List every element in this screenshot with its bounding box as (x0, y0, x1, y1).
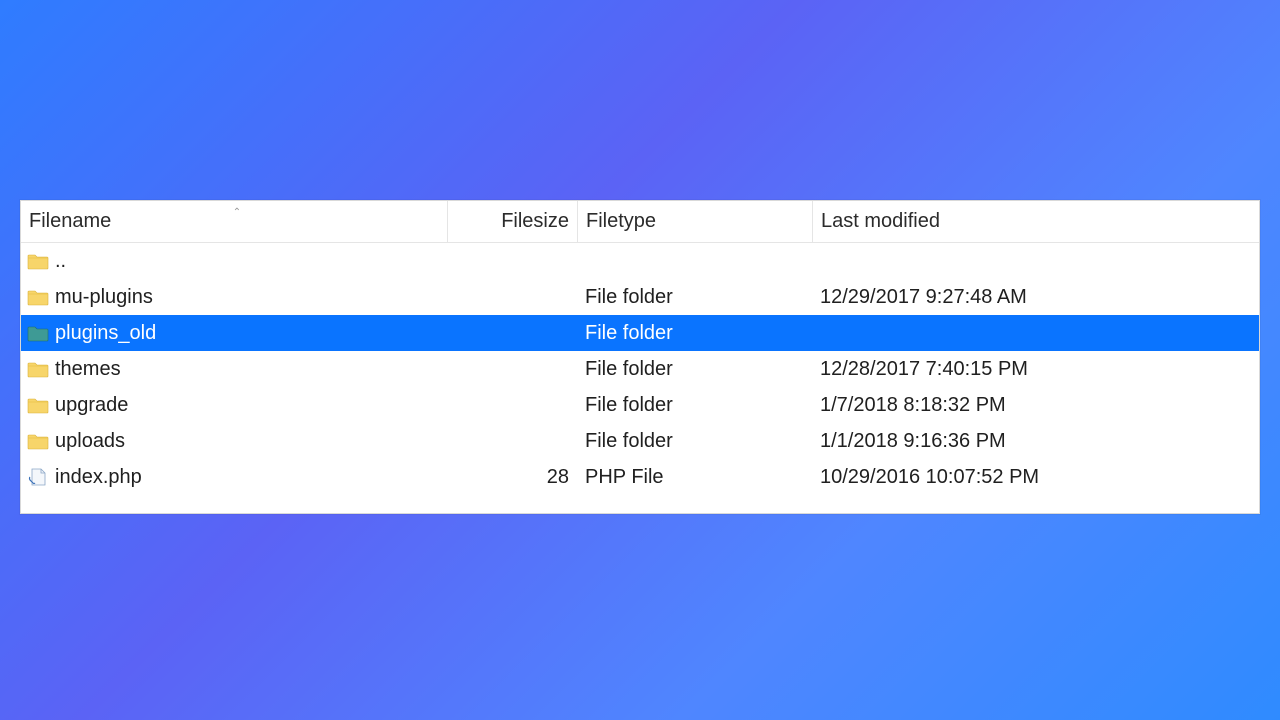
column-header-last-modified[interactable]: Last modified (812, 201, 1259, 242)
folder-icon (27, 288, 49, 306)
filename-text: themes (55, 358, 121, 381)
php-file-icon (27, 468, 49, 486)
cell-filesize: 28 (447, 466, 577, 489)
cell-filename: themes (27, 358, 447, 381)
filename-text: uploads (55, 430, 125, 453)
cell-last-modified: 12/29/2017 9:27:48 AM (812, 286, 1259, 309)
table-row[interactable]: themes File folder12/28/2017 7:40:15 PM (21, 351, 1259, 387)
cell-last-modified: 1/1/2018 9:16:36 PM (812, 430, 1259, 453)
column-header-filename[interactable]: Filename ⌃ (27, 210, 447, 233)
cell-filename: .. (27, 250, 447, 273)
folder-icon (27, 396, 49, 414)
filename-text: upgrade (55, 394, 128, 417)
file-rows-container: .. mu-pluginsFile folder12/29/2017 9:27:… (21, 243, 1259, 513)
column-header-filename-label: Filename (29, 210, 111, 232)
table-row[interactable]: uploads File folder1/1/2018 9:16:36 PM (21, 423, 1259, 459)
sort-ascending-icon: ⌃ (233, 207, 241, 218)
filename-text: mu-plugins (55, 286, 153, 309)
column-header-filesize-label: Filesize (501, 210, 569, 233)
file-list-panel: Filename ⌃ Filesize Filetype Last modifi… (20, 200, 1260, 514)
column-header-row: Filename ⌃ Filesize Filetype Last modifi… (21, 201, 1259, 243)
table-row[interactable]: plugins_old File folder (21, 315, 1259, 351)
folder-icon (27, 432, 49, 450)
folder-icon (27, 324, 49, 342)
table-row[interactable]: upgrade File folder1/7/2018 8:18:32 PM (21, 387, 1259, 423)
cell-filetype: File folder (577, 430, 812, 453)
cell-filename: upgrade (27, 394, 447, 417)
cell-filetype: File folder (577, 358, 812, 381)
column-header-filesize[interactable]: Filesize (447, 201, 577, 242)
cell-filename: uploads (27, 430, 447, 453)
cell-filename: mu-plugins (27, 286, 447, 309)
cell-last-modified: 10/29/2016 10:07:52 PM (812, 466, 1259, 489)
filename-text: plugins_old (55, 322, 156, 345)
cell-filetype: File folder (577, 394, 812, 417)
cell-filetype: File folder (577, 286, 812, 309)
cell-filename: plugins_old (27, 322, 447, 345)
filename-text: index.php (55, 466, 142, 489)
cell-last-modified: 1/7/2018 8:18:32 PM (812, 394, 1259, 417)
column-header-filetype-label: Filetype (586, 210, 656, 233)
column-header-last-modified-label: Last modified (821, 210, 940, 233)
cell-last-modified: 12/28/2017 7:40:15 PM (812, 358, 1259, 381)
cell-filetype: File folder (577, 322, 812, 345)
column-header-filetype[interactable]: Filetype (577, 201, 812, 242)
table-row[interactable]: mu-plugins File folder12/29/2017 9:27:48 … (21, 279, 1259, 315)
filename-text: .. (55, 250, 66, 273)
folder-icon (27, 360, 49, 378)
cell-filename: index.php (27, 466, 447, 489)
folder-icon (27, 252, 49, 270)
cell-filetype: PHP File (577, 466, 812, 489)
table-row[interactable]: index.php 28PHP File10/29/2016 10:07:52 P… (21, 459, 1259, 495)
table-row[interactable]: .. (21, 243, 1259, 279)
